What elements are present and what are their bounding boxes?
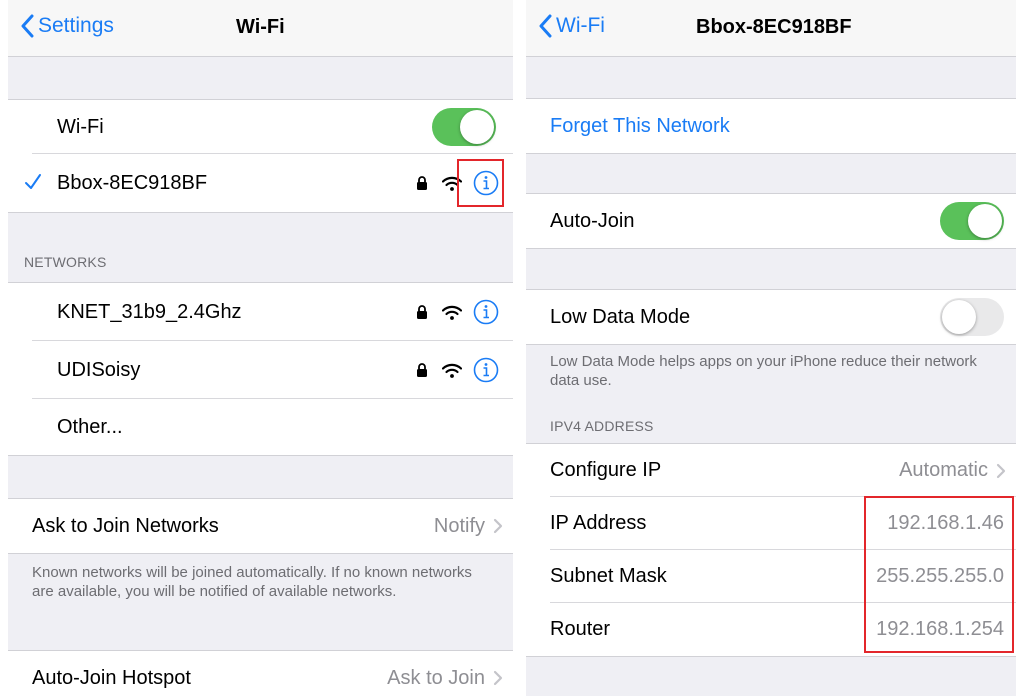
ask-join-footnote: Known networks will be joined automatica… bbox=[32, 564, 472, 600]
network-status-icons bbox=[416, 299, 499, 330]
info-icon[interactable] bbox=[473, 357, 499, 388]
wifi-icon bbox=[441, 305, 463, 325]
auto-join-switch[interactable] bbox=[940, 202, 1004, 240]
networks-group: KNET_31b9_2.4Ghz UDISoisy Other... bbox=[8, 282, 513, 456]
ask-to-join-value: Notify bbox=[433, 514, 485, 537]
low-data-group: Low Data Mode bbox=[526, 289, 1016, 345]
wifi-icon bbox=[441, 363, 463, 383]
forget-group: Forget This Network bbox=[526, 98, 1016, 154]
chevron-right-icon bbox=[493, 670, 503, 686]
network-name: KNET_31b9_2.4Ghz bbox=[57, 300, 242, 323]
low-data-switch[interactable] bbox=[940, 298, 1004, 336]
other-network-row[interactable]: Other... bbox=[8, 399, 513, 455]
auto-join-row: Auto-Join bbox=[526, 194, 1016, 248]
wifi-label: Wi-Fi bbox=[57, 115, 104, 138]
back-button-wifi[interactable]: Wi-Fi bbox=[538, 14, 605, 38]
auto-join-hotspot-label: Auto-Join Hotspot bbox=[32, 666, 191, 689]
switch-knob bbox=[460, 110, 494, 144]
configure-ip-value: Automatic bbox=[899, 459, 988, 481]
lock-icon bbox=[416, 176, 428, 195]
page-title: Bbox-8EC918BF bbox=[696, 16, 852, 38]
network-status-icons bbox=[416, 357, 499, 388]
low-data-row: Low Data Mode bbox=[526, 290, 1016, 344]
configure-ip-label: Configure IP bbox=[550, 459, 662, 481]
back-label: Wi-Fi bbox=[556, 14, 605, 37]
chevron-left-icon bbox=[539, 14, 552, 38]
page-title: Wi-Fi bbox=[236, 16, 285, 38]
network-detail-screen: Wi-Fi Bbox-8EC918BF Forget This Network … bbox=[526, 0, 1016, 696]
nav-bar: Wi-Fi Bbox-8EC918BF bbox=[526, 0, 1016, 57]
auto-join-group: Auto-Join bbox=[526, 193, 1016, 249]
info-icon-highlight bbox=[457, 159, 504, 207]
back-label: Settings bbox=[38, 14, 114, 37]
forget-network-row[interactable]: Forget This Network bbox=[526, 99, 1016, 153]
ip-values-highlight bbox=[864, 496, 1014, 653]
ask-to-join-row[interactable]: Ask to Join Networks Notify bbox=[8, 499, 513, 553]
lock-icon bbox=[416, 363, 428, 382]
hotspot-group: Auto-Join Hotspot Ask to Join bbox=[8, 650, 513, 696]
info-icon[interactable] bbox=[473, 299, 499, 330]
forget-network-button[interactable]: Forget This Network bbox=[550, 115, 730, 138]
screenshot-stage: Settings Wi-Fi Wi-Fi Bbox-8EC918BF NETWO… bbox=[0, 0, 1016, 696]
checkmark-icon bbox=[25, 174, 41, 189]
auto-join-hotspot-row[interactable]: Auto-Join Hotspot Ask to Join bbox=[8, 651, 513, 696]
network-row[interactable]: KNET_31b9_2.4Ghz bbox=[8, 283, 513, 341]
nav-bar: Settings Wi-Fi bbox=[8, 0, 513, 57]
connected-network-row[interactable]: Bbox-8EC918BF bbox=[8, 154, 513, 212]
ask-to-join-label: Ask to Join Networks bbox=[32, 514, 219, 537]
network-name: UDISoisy bbox=[57, 358, 141, 381]
wifi-settings-screen: Settings Wi-Fi Wi-Fi Bbox-8EC918BF NETWO… bbox=[8, 0, 513, 696]
network-row[interactable]: UDISoisy bbox=[8, 341, 513, 399]
other-network-label: Other... bbox=[57, 415, 123, 438]
switch-knob bbox=[942, 300, 976, 334]
chevron-left-icon bbox=[21, 14, 34, 38]
wifi-switch[interactable] bbox=[432, 108, 496, 146]
chevron-right-icon bbox=[996, 463, 1006, 479]
ip-address-label: IP Address bbox=[550, 512, 647, 534]
low-data-footnote: Low Data Mode helps apps on your iPhone … bbox=[550, 353, 977, 389]
wifi-toggle-row: Wi-Fi bbox=[8, 100, 513, 154]
chevron-right-icon bbox=[493, 518, 503, 534]
router-label: Router bbox=[550, 618, 611, 640]
subnet-mask-label: Subnet Mask bbox=[550, 565, 667, 587]
wifi-group: Wi-Fi Bbox-8EC918BF bbox=[8, 99, 513, 213]
connected-network-name: Bbox-8EC918BF bbox=[57, 171, 208, 194]
back-button-settings[interactable]: Settings bbox=[20, 14, 114, 38]
lock-icon bbox=[416, 305, 428, 324]
ask-join-group: Ask to Join Networks Notify bbox=[8, 498, 513, 554]
switch-knob bbox=[968, 204, 1002, 238]
configure-ip-row[interactable]: Configure IP Automatic bbox=[526, 444, 1016, 497]
auto-join-hotspot-value: Ask to Join bbox=[387, 666, 485, 689]
auto-join-label: Auto-Join bbox=[550, 209, 635, 232]
networks-header: NETWORKS bbox=[24, 254, 107, 270]
low-data-label: Low Data Mode bbox=[550, 305, 691, 328]
ipv4-header: IPV4 ADDRESS bbox=[550, 418, 654, 434]
